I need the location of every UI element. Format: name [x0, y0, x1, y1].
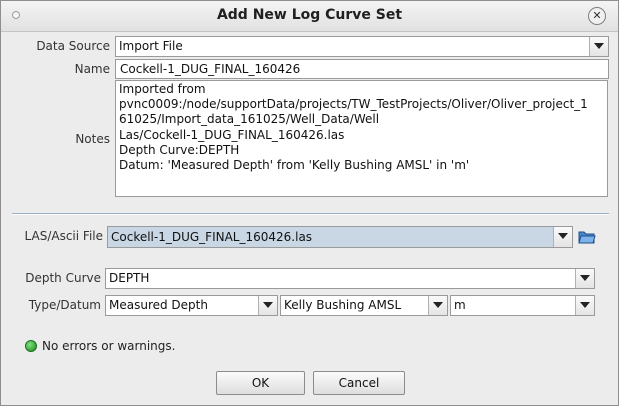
data-source-value: Import File — [119, 39, 183, 53]
depth-type-value: Measured Depth — [109, 298, 208, 312]
chevron-down-icon[interactable] — [258, 296, 277, 315]
datum-select[interactable]: Kelly Bushing AMSL — [280, 295, 448, 316]
close-icon[interactable]: ✕ — [588, 7, 606, 25]
las-file-value: Cockell-1_DUG_FINAL_160426.las — [111, 230, 313, 244]
chevron-down-icon[interactable] — [575, 296, 594, 315]
open-folder-icon[interactable] — [578, 229, 596, 245]
depth-curve-select[interactable]: DEPTH — [105, 268, 595, 289]
chevron-down-icon[interactable] — [428, 296, 447, 315]
depth-curve-label: Depth Curve — [25, 271, 101, 285]
add-log-curve-set-dialog: Add New Log Curve Set ✕ Data Source Impo… — [0, 0, 619, 406]
status-message: No errors or warnings. — [42, 339, 176, 353]
unit-value: m — [454, 298, 466, 312]
cancel-button[interactable]: Cancel — [313, 371, 405, 395]
datum-value: Kelly Bushing AMSL — [284, 298, 402, 312]
title-bar: Add New Log Curve Set ✕ — [1, 1, 618, 32]
chevron-down-icon[interactable] — [589, 37, 608, 56]
las-file-label: LAS/Ascii File — [24, 229, 103, 243]
depth-curve-value: DEPTH — [109, 271, 150, 285]
data-source-select[interactable]: Import File — [115, 36, 609, 57]
chevron-down-icon[interactable] — [575, 269, 594, 288]
unit-select[interactable]: m — [450, 295, 595, 316]
notes-label: Notes — [75, 132, 110, 146]
ok-button[interactable]: OK — [216, 371, 305, 395]
notes-textarea[interactable]: Imported from pvnc0009:/node/supportData… — [115, 80, 608, 197]
dialog-title: Add New Log Curve Set — [216, 7, 403, 23]
section-divider — [12, 213, 609, 215]
name-input[interactable]: Cockell-1_DUG_FINAL_160426 — [115, 59, 609, 79]
depth-type-select[interactable]: Measured Depth — [105, 295, 278, 316]
type-datum-label: Type/Datum — [28, 298, 101, 312]
name-label: Name — [74, 62, 110, 76]
chevron-down-icon[interactable] — [553, 227, 572, 247]
status-ok-icon — [25, 340, 37, 352]
las-file-select[interactable]: Cockell-1_DUG_FINAL_160426.las — [107, 226, 573, 248]
data-source-label: Data Source — [36, 39, 110, 53]
